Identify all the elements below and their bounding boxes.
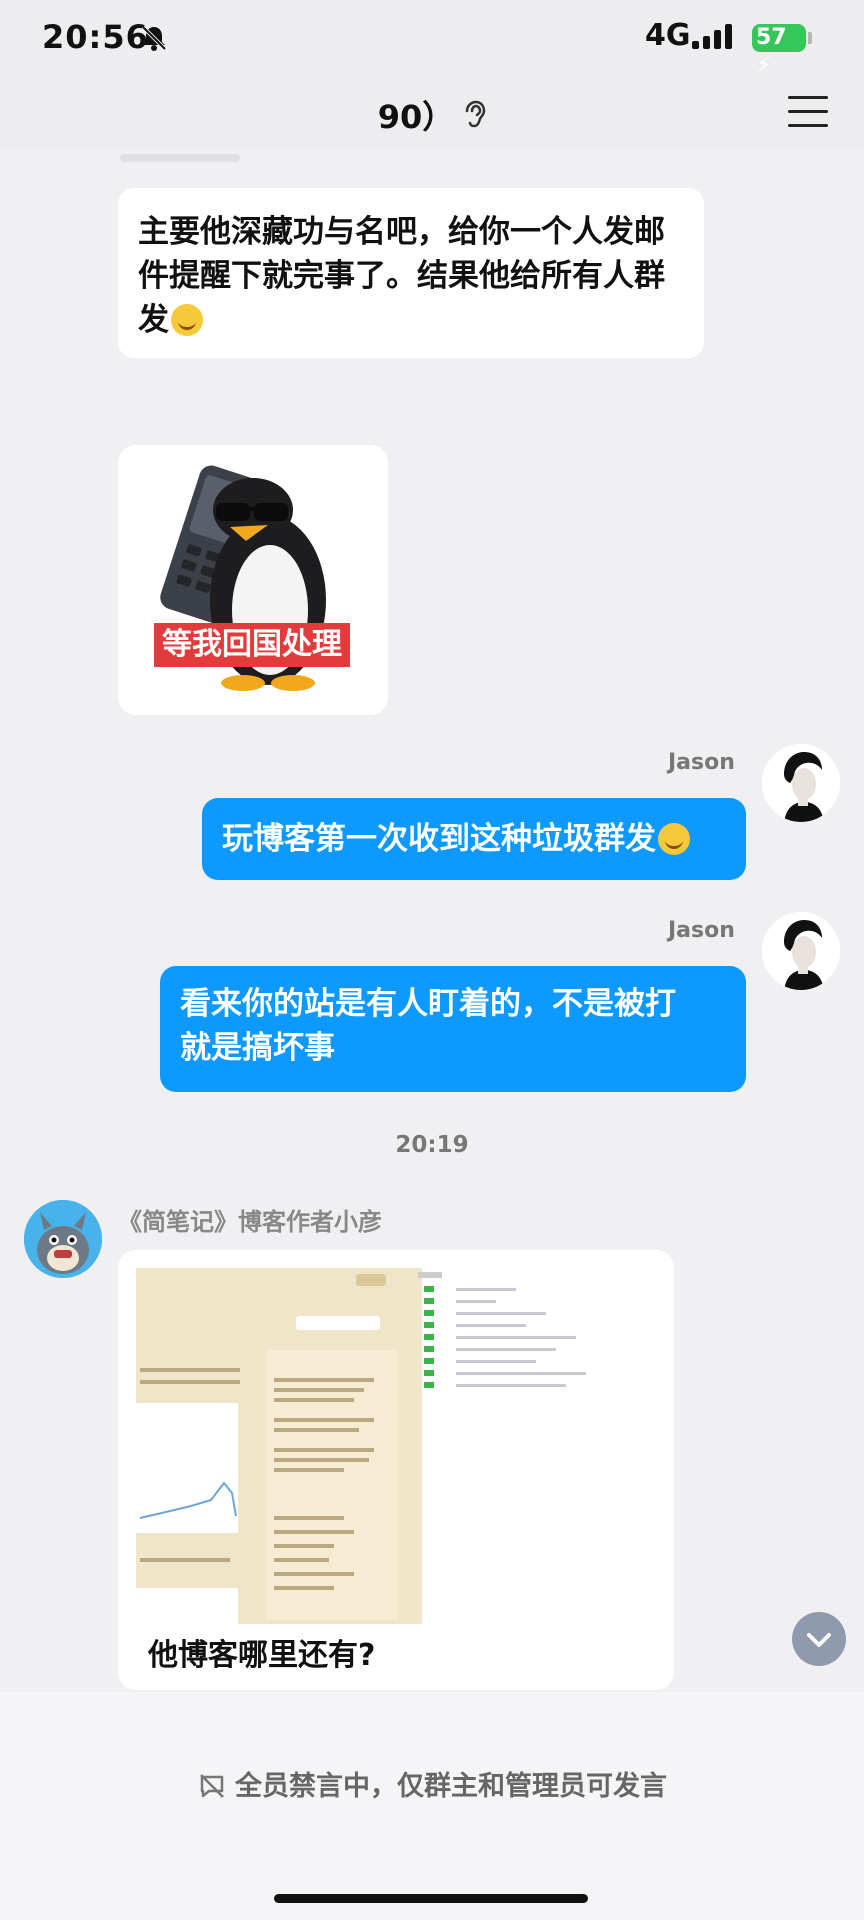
chat-header: 90） bbox=[0, 80, 864, 150]
sender-name: 《简笔记》博客作者小彦 bbox=[118, 1208, 382, 1236]
home-indicator[interactable] bbox=[274, 1894, 588, 1903]
chat-title: 90） bbox=[377, 98, 455, 136]
sender-name: Jason bbox=[668, 750, 735, 775]
blog-screenshot-image bbox=[136, 1268, 674, 1624]
message-text-content: 玩博客第一次收到这种垃圾群发 bbox=[222, 821, 656, 857]
signal-icon bbox=[692, 24, 732, 49]
image-caption: 他博客哪里还有? bbox=[148, 1638, 376, 1673]
network-type: 4G bbox=[645, 18, 691, 53]
battery-level: 57 bbox=[756, 25, 787, 50]
message-bubble[interactable]: 玩博客第一次收到这种垃圾群发 bbox=[202, 798, 746, 880]
avatar[interactable] bbox=[24, 1200, 102, 1278]
battery-tip bbox=[808, 32, 812, 44]
ear-icon bbox=[466, 100, 486, 128]
message-text-line2: 就是搞坏事 bbox=[180, 1030, 335, 1066]
chevron-down-icon bbox=[807, 1633, 831, 1647]
laughing-emoji-icon bbox=[171, 304, 203, 336]
message-text-content: 主要他深藏功与名吧，给你一个人发邮件提醒下就完事了。结果他给所有人群发 bbox=[138, 214, 665, 338]
sticker-message[interactable]: 等我回国处理 bbox=[118, 445, 388, 715]
sender-name: Jason bbox=[668, 918, 735, 943]
mute-icon bbox=[200, 1774, 224, 1798]
input-area: 全员禁言中，仅群主和管理员可发言 bbox=[0, 1692, 864, 1920]
status-bar: 20:56 4G 57 ⚡ bbox=[0, 0, 864, 80]
scroll-to-bottom-button[interactable] bbox=[792, 1612, 846, 1666]
mute-notice: 全员禁言中，仅群主和管理员可发言 bbox=[0, 1764, 864, 1803]
user-avatar-icon bbox=[762, 744, 840, 822]
bell-muted-icon bbox=[141, 25, 167, 51]
sticker-caption: 等我回国处理 bbox=[154, 623, 350, 667]
totoro-avatar-icon bbox=[24, 1200, 102, 1278]
laughing-emoji-icon bbox=[658, 823, 690, 855]
avatar[interactable] bbox=[762, 912, 840, 990]
message-bubble[interactable]: 主要他深藏功与名吧，给你一个人发邮件提醒下就完事了。结果他给所有人群发 bbox=[118, 188, 704, 358]
menu-icon[interactable] bbox=[788, 96, 828, 130]
message-bubble[interactable]: 看来你的站是有人盯着的，不是被打 就是搞坏事 bbox=[160, 966, 746, 1092]
battery-icon: 57 ⚡ bbox=[752, 24, 806, 78]
message-text-line1: 看来你的站是有人盯着的，不是被打 bbox=[180, 986, 676, 1022]
message-text: 玩博客第一次收到这种垃圾群发 bbox=[222, 816, 726, 862]
message-text: 主要他深藏功与名吧，给你一个人发邮件提醒下就完事了。结果他给所有人群发 bbox=[138, 210, 684, 342]
mute-notice-text: 全员禁言中，仅群主和管理员可发言 bbox=[235, 1771, 667, 1802]
avatar[interactable] bbox=[762, 744, 840, 822]
user-avatar-icon bbox=[762, 912, 840, 990]
screenshot-thumbnail-icon bbox=[136, 1268, 674, 1624]
penguin-phone-sticker-icon bbox=[160, 465, 326, 691]
image-message[interactable]: 他博客哪里还有? bbox=[118, 1250, 674, 1690]
chat-title-area[interactable]: 90） bbox=[0, 92, 864, 138]
status-time: 20:56 bbox=[42, 18, 149, 56]
previous-message-fragment bbox=[120, 154, 240, 162]
message-timestamp: 20:19 bbox=[395, 1132, 469, 1158]
